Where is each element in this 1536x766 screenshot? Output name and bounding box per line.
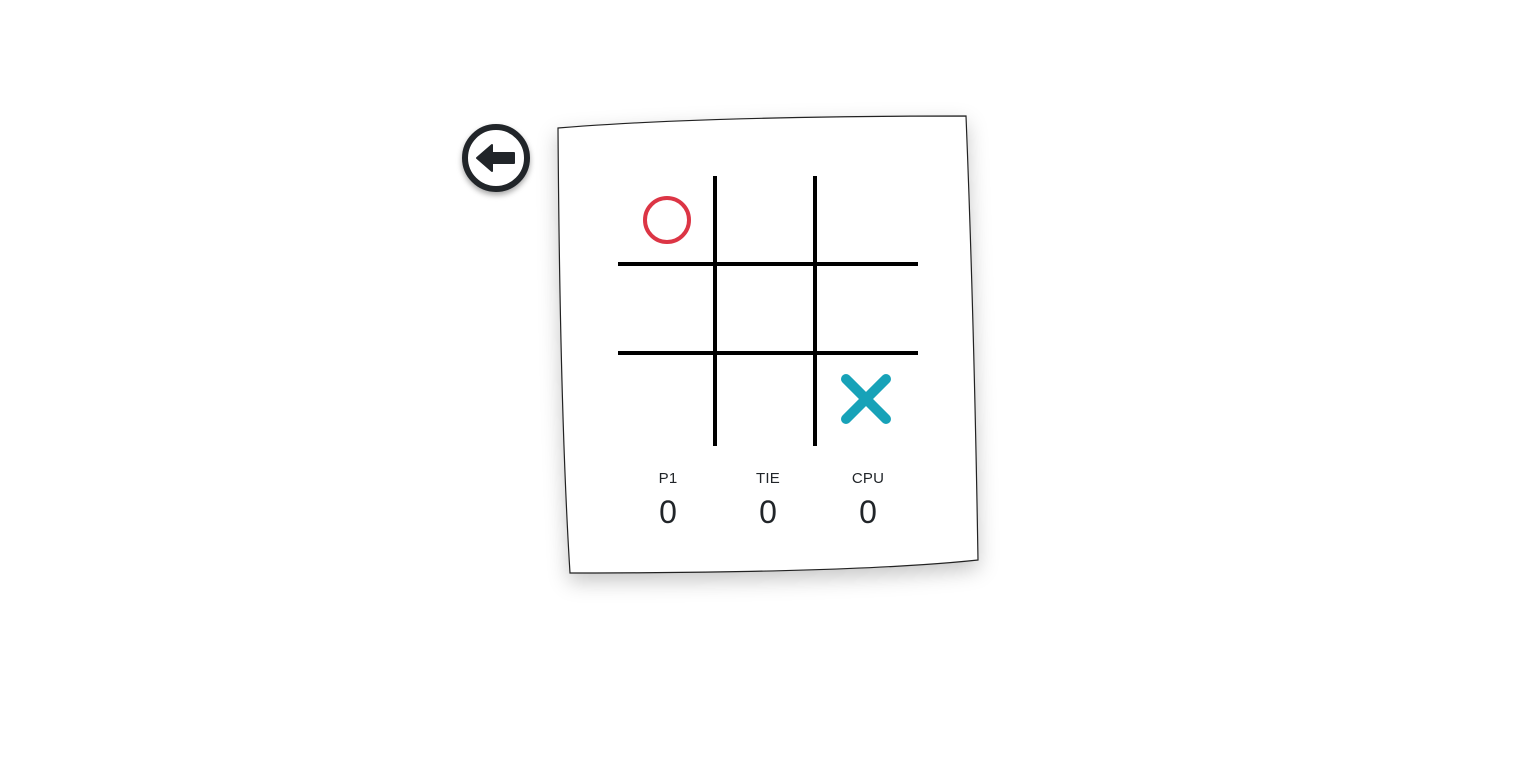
scoreboard: P1 0 TIE 0 CPU 0 bbox=[618, 470, 918, 540]
score-p1: P1 0 bbox=[618, 470, 718, 532]
board-cell[interactable] bbox=[717, 176, 815, 264]
back-button[interactable] bbox=[461, 123, 531, 193]
score-value: 0 bbox=[659, 494, 677, 530]
score-label: P1 bbox=[658, 470, 678, 487]
score-label: CPU bbox=[851, 470, 885, 487]
score-value: 0 bbox=[859, 494, 877, 530]
score-value: 0 bbox=[759, 494, 777, 530]
board-cell[interactable] bbox=[817, 266, 915, 354]
board-cell[interactable] bbox=[618, 355, 716, 443]
score-label: TIE bbox=[756, 470, 780, 487]
board-cell[interactable] bbox=[618, 266, 716, 354]
cross-mark-icon bbox=[841, 374, 891, 424]
game-board bbox=[618, 176, 918, 446]
game-screen: P1 0 TIE 0 CPU 0 bbox=[0, 0, 1536, 766]
board-cell[interactable] bbox=[717, 355, 815, 443]
board-cell[interactable] bbox=[618, 176, 716, 264]
board-cell[interactable] bbox=[817, 355, 915, 443]
board-cell[interactable] bbox=[817, 176, 915, 264]
arrow-left-circle-icon bbox=[462, 124, 530, 192]
score-tie: TIE 0 bbox=[718, 470, 818, 532]
score-cpu: CPU 0 bbox=[818, 470, 918, 532]
circle-mark-icon bbox=[643, 196, 691, 244]
board-cell[interactable] bbox=[717, 266, 815, 354]
